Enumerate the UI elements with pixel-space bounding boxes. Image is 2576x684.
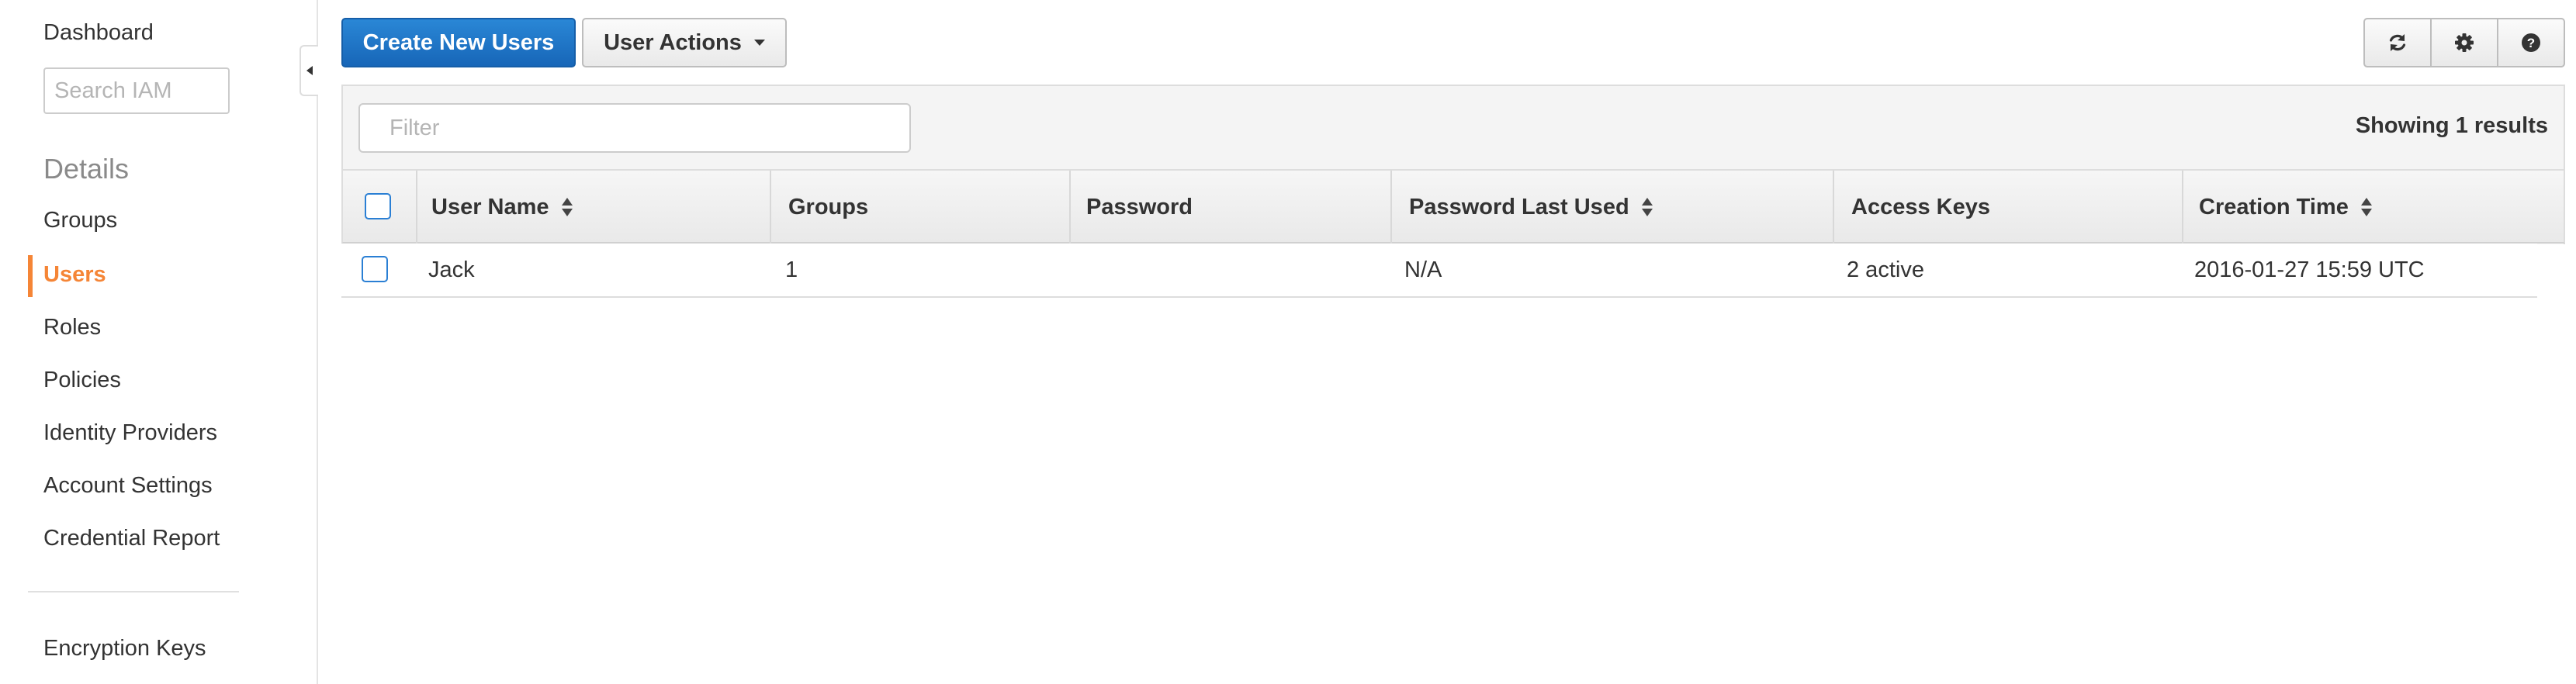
results-count: Showing 1 results [2355,113,2548,138]
create-new-users-label: Create New Users [362,29,555,55]
sidebar-item-encryption-keys[interactable]: Encryption Keys [43,636,206,662]
column-divider [1833,171,1834,244]
sidebar-item-account-settings[interactable]: Account Settings [43,473,213,499]
cell-user-name[interactable]: Jack [428,244,475,296]
sidebar-item-roles[interactable]: Roles [43,315,101,340]
sort-icon [2360,197,2372,217]
svg-text:?: ? [2527,36,2535,50]
column-label: Password [1086,194,1193,219]
sidebar-divider [28,591,239,592]
column-divider [2182,171,2183,244]
column-header-groups: Groups [788,171,868,244]
settings-button[interactable] [2430,19,2497,66]
cell-groups: 1 [785,257,798,282]
table-header: User Name Groups Password Password Last … [341,169,2565,244]
help-button[interactable]: ? [2497,19,2564,66]
column-label: User Name [431,194,549,219]
filter-input[interactable] [358,103,911,153]
column-divider [416,171,417,244]
sidebar-item-credential-report[interactable]: Credential Report [43,526,220,551]
column-header-access-keys: Access Keys [1851,171,1990,244]
column-label: Groups [788,194,869,219]
column-label: Password Last Used [1409,194,1629,219]
select-all-checkbox[interactable] [365,193,391,219]
user-actions-dropdown[interactable]: User Actions [582,18,787,67]
search-iam-input[interactable] [43,67,230,114]
sidebar-item-policies[interactable]: Policies [43,368,121,393]
column-header-password-last-used[interactable]: Password Last Used [1409,171,1653,244]
collapse-sidebar-button[interactable] [299,45,318,96]
column-divider [1069,171,1071,244]
column-header-password: Password [1086,171,1193,244]
help-icon: ? [2522,33,2540,52]
sidebar-item-dashboard[interactable]: Dashboard [43,20,154,46]
refresh-button[interactable] [2365,19,2430,66]
sort-icon [561,197,573,217]
column-header-user-name[interactable]: User Name [431,171,573,244]
refresh-icon [2389,34,2406,51]
sort-icon [1641,197,1653,217]
sidebar-item-groups[interactable]: Groups [43,208,117,233]
column-divider [770,171,771,244]
caret-left-icon [306,66,313,75]
column-label: Access Keys [1851,194,1990,219]
sidebar-details-heading: Details [43,153,130,185]
table-row[interactable]: Jack 1 N/A 2 active 2016-01-27 15:59 UTC [341,244,2537,298]
sidebar: Dashboard Details Groups Users Roles Pol… [0,0,318,684]
cell-creation-time: 2016-01-27 15:59 UTC [2194,257,2425,282]
create-new-users-button[interactable]: Create New Users [341,18,576,67]
column-divider [1390,171,1392,244]
user-actions-label: User Actions [604,29,742,55]
column-header-creation-time[interactable]: Creation Time [2199,171,2372,244]
cell-password-last-used: N/A [1404,257,1442,282]
active-indicator [28,255,33,297]
column-label: Creation Time [2199,194,2349,219]
sidebar-item-identity-providers[interactable]: Identity Providers [43,420,217,446]
row-select-checkbox[interactable] [362,256,388,282]
caret-down-icon [753,40,765,46]
sidebar-item-users[interactable]: Users [43,262,106,288]
cell-access-keys: 2 active [1847,257,1924,282]
gear-icon [2455,33,2474,52]
toolbar-icon-group: ? [2363,18,2565,67]
